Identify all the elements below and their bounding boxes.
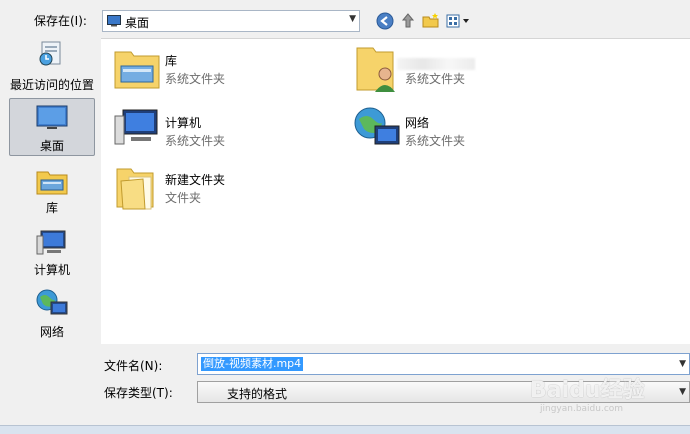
- filetype-label: 保存类型(T):: [104, 386, 173, 400]
- place-network[interactable]: 网络: [9, 288, 95, 346]
- list-item[interactable]: 计算机 系统文件夹: [107, 106, 337, 156]
- place-computer-label: 计算机: [33, 263, 70, 277]
- toolbar: 保存在(I): 桌面 ▼: [0, 0, 690, 40]
- save-in-combo[interactable]: 桌面 ▼: [102, 10, 360, 32]
- view-menu-icon[interactable]: [446, 12, 472, 30]
- computer-icon: [114, 109, 158, 145]
- place-libraries-label: 库: [45, 201, 58, 215]
- place-libraries[interactable]: 库: [9, 166, 95, 224]
- filetype-value: 支持的格式: [227, 387, 288, 401]
- file-type: 系统文件夹: [405, 72, 466, 86]
- file-type: 系统文件夹: [165, 72, 226, 86]
- network-icon: [354, 107, 400, 145]
- place-desktop-label: 桌面: [39, 139, 64, 153]
- file-name: 新建文件夹: [165, 173, 226, 187]
- file-name: 计算机: [165, 116, 202, 130]
- computer-icon: [36, 230, 66, 255]
- desktop-icon: [107, 15, 121, 27]
- up-folder-icon[interactable]: [399, 12, 417, 30]
- file-type: 系统文件夹: [165, 134, 226, 148]
- file-name: 网络: [405, 116, 430, 130]
- place-desktop[interactable]: 桌面: [9, 98, 95, 156]
- filename-label: 文件名(N):: [104, 359, 163, 373]
- file-type: 系统文件夹: [405, 134, 466, 148]
- place-computer[interactable]: 计算机: [9, 228, 95, 286]
- filename-value[interactable]: 倒放-视频素材.mp4: [201, 357, 304, 371]
- baidu-watermark: Baidu经验 jingyan.baidu.com: [530, 372, 645, 414]
- redacted-name: [397, 58, 475, 70]
- desktop-icon: [36, 105, 68, 129]
- save-in-label: 保存在(I):: [34, 14, 87, 28]
- watermark-brand: Baidu经验: [530, 378, 645, 403]
- list-item[interactable]: 库 系统文件夹: [107, 44, 337, 94]
- place-network-label: 网络: [39, 325, 64, 339]
- new-folder-icon[interactable]: [422, 12, 440, 30]
- file-type: 文件夹: [165, 191, 202, 205]
- libraries-folder-icon: [114, 51, 160, 89]
- chevron-down-icon: ▼: [349, 14, 356, 24]
- network-icon: [36, 289, 68, 315]
- list-item[interactable]: 网络 系统文件夹: [347, 106, 577, 156]
- place-recent-label: 最近访问的位置: [9, 78, 94, 92]
- save-in-value: 桌面: [125, 16, 150, 30]
- file-list-view[interactable]: 库 系统文件夹 系统文件夹 计算机 系统文件夹 网络 系统文件夹 新建文件夹 文…: [101, 38, 690, 344]
- places-bar: 最近访问的位置 桌面 库 计算机 网络: [0, 38, 101, 343]
- list-item[interactable]: 新建文件夹 文件夹: [107, 163, 337, 213]
- list-item[interactable]: 系统文件夹: [347, 44, 577, 94]
- chevron-down-icon[interactable]: ▼: [679, 359, 686, 369]
- chevron-down-icon[interactable]: ▼: [679, 387, 686, 397]
- folder-icon: [116, 168, 154, 210]
- back-arrow-icon[interactable]: [376, 12, 394, 30]
- user-folder-icon: [356, 47, 395, 92]
- watermark-url: jingyan.baidu.com: [540, 404, 624, 414]
- file-name: 库: [165, 54, 178, 68]
- place-recent[interactable]: 最近访问的位置: [9, 40, 95, 98]
- recent-places-icon: [39, 41, 61, 66]
- libraries-icon: [36, 171, 68, 195]
